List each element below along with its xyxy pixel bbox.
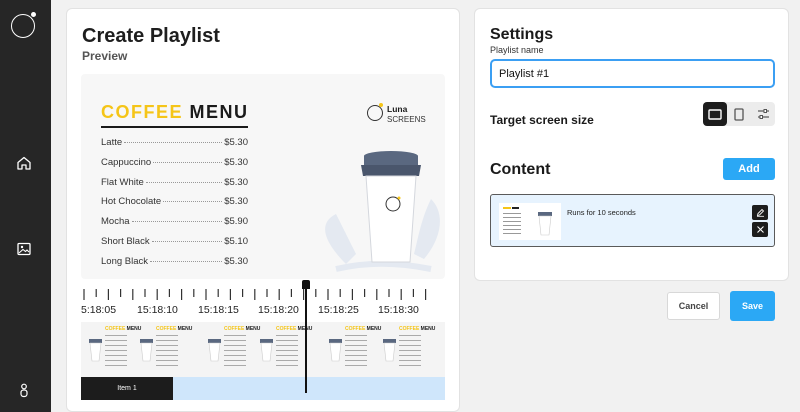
menu-dots xyxy=(131,221,223,223)
timeline-times: 5:18:05 15:18:10 15:18:15 15:18:20 15:18:25 1… xyxy=(81,304,445,318)
menu-item-name: Hot Chocolate xyxy=(101,196,162,208)
menu-row: Flat White $5.30 xyxy=(101,177,248,197)
menu-row: Cappuccino $5.30 xyxy=(101,157,248,177)
menu-item-name: Short Black xyxy=(101,235,150,247)
brand-logo-icon xyxy=(367,105,383,121)
target-screen-size-label: Target screen size xyxy=(490,113,594,127)
thumb-title-word1: COFFEE xyxy=(224,326,245,332)
playhead[interactable] xyxy=(305,281,307,393)
menu-item-name: Latte xyxy=(101,137,123,148)
thumb-title: COFFEE MENU xyxy=(345,326,381,332)
menu-title-underline xyxy=(101,126,248,128)
timeline-time-label: 15:18:10 xyxy=(137,304,178,316)
preview-label: Preview xyxy=(82,49,128,63)
timeline-thumbnail: COFFEE MENU xyxy=(138,325,198,374)
sidebar xyxy=(0,0,51,412)
cancel-button[interactable]: Cancel xyxy=(667,292,720,320)
playlist-name-input[interactable] xyxy=(490,59,775,88)
coffee-cup-illustration xyxy=(306,144,445,279)
app-logo-icon[interactable] xyxy=(11,14,35,38)
menu-dots xyxy=(145,181,223,183)
playlist-name-label: Playlist name xyxy=(490,45,544,55)
edit-icon[interactable] xyxy=(752,205,768,220)
settings-title: Settings xyxy=(490,26,554,43)
menu-item-price: $5.90 xyxy=(224,216,248,228)
content-item[interactable]: Runs for 10 seconds xyxy=(490,194,775,247)
menu-row: Long Black $5.30 xyxy=(101,256,248,276)
menu-title-word2: MENU xyxy=(189,102,249,122)
menu-list: Latte $5.30 Cappuccino $5.30 Flat White $5.30… xyxy=(101,137,248,276)
menu-dots xyxy=(150,260,223,262)
menu-dots xyxy=(153,161,223,163)
menu-item-price: $5.30 xyxy=(224,156,248,168)
timeline-thumbnail: COFFEE MENU xyxy=(381,325,441,374)
thumb-title: COFFEE MENU xyxy=(156,326,192,332)
thumb-title: COFFEE MENU xyxy=(105,326,141,332)
timeline-ticks xyxy=(83,289,427,300)
timeline-track[interactable]: Item 1 xyxy=(81,377,445,400)
playhead-handle[interactable] xyxy=(302,280,310,289)
add-content-button[interactable]: Add xyxy=(723,158,775,180)
timeline-thumbnail: COFFEE MENU xyxy=(206,325,266,374)
portrait-icon[interactable] xyxy=(727,102,751,126)
thumb-title: COFFEE MENU xyxy=(399,326,435,332)
thumb-title-word1: COFFEE xyxy=(399,326,420,332)
screen-size-toggle xyxy=(703,102,775,126)
page-title: Create Playlist xyxy=(82,25,220,47)
menu-item-price: $5.10 xyxy=(224,235,248,247)
menu-item-name: Cappuccino xyxy=(101,156,152,168)
menu-dots xyxy=(151,240,223,242)
thumb-title-word2: MENU xyxy=(420,326,436,332)
image-icon[interactable] xyxy=(14,239,34,259)
timeline-thumbnail: COFFEE MENU xyxy=(327,325,387,374)
save-button[interactable]: Save xyxy=(730,291,775,321)
thumb-title-word2: MENU xyxy=(177,326,193,332)
timeline-time-label: 5:18:05 xyxy=(81,304,117,316)
menu-dots xyxy=(163,201,223,203)
landscape-icon[interactable] xyxy=(703,102,727,126)
menu-item-price: $5.30 xyxy=(224,255,248,267)
timeline-time-label: 15:18:15 xyxy=(198,304,239,316)
menu-dots xyxy=(124,142,223,143)
thumb-title-word1: COFFEE xyxy=(105,326,126,332)
timeline-thumbnail: COFFEE MENU xyxy=(258,325,318,374)
menu-row: Latte $5.30 xyxy=(101,137,248,157)
content-item-thumbnail xyxy=(499,203,561,240)
thumb-title: COFFEE MENU xyxy=(224,326,260,332)
thumb-title-word1: COFFEE xyxy=(345,326,366,332)
brand-sub: SCREENS xyxy=(387,115,426,124)
menu-item-name: Mocha xyxy=(101,216,130,228)
user-icon[interactable] xyxy=(14,380,34,400)
menu-item-price: $5.30 xyxy=(224,196,248,208)
timeline-time-label: 15:18:25 xyxy=(318,304,359,316)
logo-dot xyxy=(31,12,36,17)
close-icon[interactable] xyxy=(752,222,768,237)
content-title: Content xyxy=(490,161,551,178)
menu-row: Mocha $5.90 xyxy=(101,216,248,236)
menu-item-name: Flat White xyxy=(101,176,144,188)
menu-row: Hot Chocolate $5.30 xyxy=(101,196,248,216)
timeline-time-label: 15:18:20 xyxy=(258,304,299,316)
thumb-title-word2: MENU xyxy=(366,326,382,332)
timeline-item[interactable]: Item 1 xyxy=(81,377,173,400)
timeline-filmstrip: COFFEE MENU COFFEE MENU COFFEE MENU COFFEE … xyxy=(81,322,445,377)
content-item-duration: Runs for 10 seconds xyxy=(567,208,636,217)
home-icon[interactable] xyxy=(14,153,34,173)
brand-logo-dot xyxy=(379,103,383,107)
menu-row: Short Black $5.10 xyxy=(101,236,248,256)
thumb-title-word1: COFFEE xyxy=(156,326,177,332)
menu-item-name: Long Black xyxy=(101,255,149,267)
preview-canvas: COFFEE MENU Latte $5.30 Cappuccino $5.30 Fla… xyxy=(81,74,445,279)
timeline-time-label: 15:18:30 xyxy=(378,304,419,316)
menu-title-word1: COFFEE xyxy=(101,102,184,122)
settings-panel: Settings Playlist name Target screen siz… xyxy=(474,8,789,281)
create-playlist-panel: Create Playlist Preview COFFEE MENU Latt… xyxy=(66,8,460,412)
thumb-title-word1: COFFEE xyxy=(276,326,297,332)
custom-size-icon[interactable] xyxy=(751,102,775,126)
menu-item-price: $5.30 xyxy=(224,137,248,148)
brand-name: Luna xyxy=(387,104,408,114)
menu-title: COFFEE MENU xyxy=(101,102,249,123)
menu-item-price: $5.30 xyxy=(224,176,248,188)
